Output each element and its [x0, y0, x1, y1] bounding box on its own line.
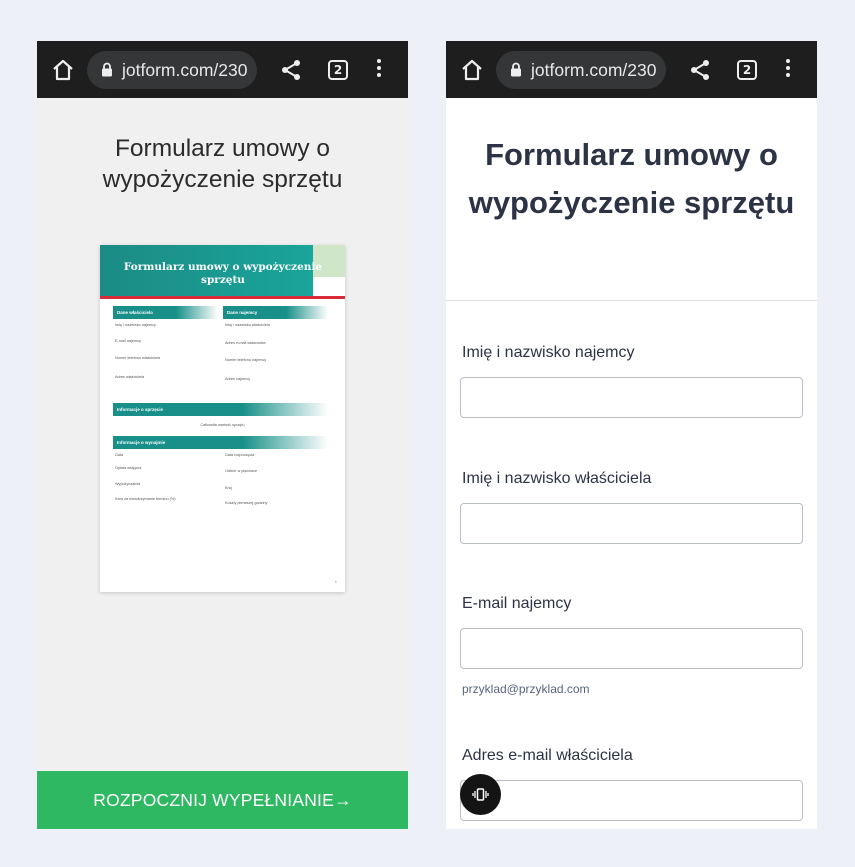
preview-section-equipment: Informacje o sprzęcie [113, 403, 328, 416]
owner-name-label: Imię i nazwisko właściciela [462, 470, 652, 487]
share-icon[interactable] [281, 59, 301, 81]
preview-title: Formularz umowy o wypożyczenie sprzętu [123, 261, 323, 286]
preview-field: Koszty pierwszej godziny [225, 501, 268, 505]
address-bar[interactable]: jotform.com/230 [87, 51, 257, 89]
url-text: jotform.com/230 [531, 60, 657, 80]
tabs-icon[interactable]: 2 [328, 60, 348, 80]
preview-red-line [100, 296, 345, 299]
preview-field: Numer telefonu najemcy [225, 358, 267, 362]
preview-field: Imię i nazwisko najemcy [115, 323, 156, 327]
preview-field: Kara za niedotrzymanie terminu (%) [115, 497, 176, 501]
start-filling-button[interactable]: ROZPOCZNIJ WYPEŁNIANIE→ [37, 771, 408, 829]
browser-toolbar: jotform.com/230 2 [446, 41, 817, 98]
preview-field: Imię i nazwisko właściciela [225, 323, 270, 327]
preview-field: Adres właściciela [115, 375, 145, 379]
preview-field: E-mail najemcy [115, 339, 141, 343]
owner-name-input[interactable] [460, 503, 803, 544]
preview-field: Adres najemcy [225, 377, 251, 381]
preview-field: Data rozpoczęcia [225, 453, 255, 457]
owner-email-label: Adres e-mail właściciela [462, 747, 633, 764]
renter-email-label: E-mail najemcy [462, 595, 572, 612]
address-bar[interactable]: jotform.com/230 [496, 51, 666, 89]
preview-field: Numer telefonu właściciela [115, 356, 161, 360]
lock-icon [511, 62, 521, 77]
preview-field: Całkowita wartość sprzętu [200, 423, 245, 427]
tabs-icon[interactable]: 2 [737, 60, 757, 80]
preview-field: Odbiór w placówce [225, 469, 258, 473]
home-icon[interactable] [460, 58, 484, 82]
preview-field: Kraj [225, 486, 232, 490]
title-divider [446, 300, 817, 301]
preview-page-number: 1 [334, 579, 337, 584]
preview-field: Wypożyczalnia [115, 482, 141, 486]
owner-email-input[interactable] [460, 780, 803, 821]
preview-field: Data [115, 453, 124, 457]
form-preview-thumbnail[interactable]: Formularz umowy o wypożyczenie sprzętu D… [100, 245, 345, 592]
menu-icon[interactable] [376, 59, 382, 81]
renter-email-input[interactable] [460, 628, 803, 669]
form-title: Formularz umowy o wypożyczenie sprzętu [468, 137, 795, 220]
browser-toolbar: jotform.com/230 2 [37, 41, 408, 98]
preview-field: Opłata wstępna [115, 466, 142, 470]
renter-name-input[interactable] [460, 377, 803, 418]
form-title: Formularz umowy o wypożyczenie sprzętu [102, 135, 343, 193]
right-phone-screen: jotform.com/230 2 Formularz umowy o wypo… [446, 41, 817, 829]
preview-section-rental: Informacje o wynajmie [113, 436, 328, 449]
left-phone-screen: jotform.com/230 2 Formularz umowy o wypo… [37, 41, 408, 829]
renter-email-hint: przyklad@przyklad.com [462, 682, 590, 696]
url-text: jotform.com/230 [122, 60, 248, 80]
lock-icon [102, 62, 112, 77]
menu-icon[interactable] [785, 59, 791, 81]
preview-field: Adres e-mail właściciela [225, 341, 266, 345]
vibrate-mode-button[interactable] [460, 774, 501, 815]
vibrate-icon [472, 788, 489, 801]
preview-section-renter: Dane najemcy [223, 306, 328, 319]
share-icon[interactable] [690, 59, 710, 81]
home-icon[interactable] [51, 58, 75, 82]
renter-name-label: Imię i nazwisko najemcy [462, 344, 635, 361]
preview-section-owner: Dane właściciela [113, 306, 218, 319]
